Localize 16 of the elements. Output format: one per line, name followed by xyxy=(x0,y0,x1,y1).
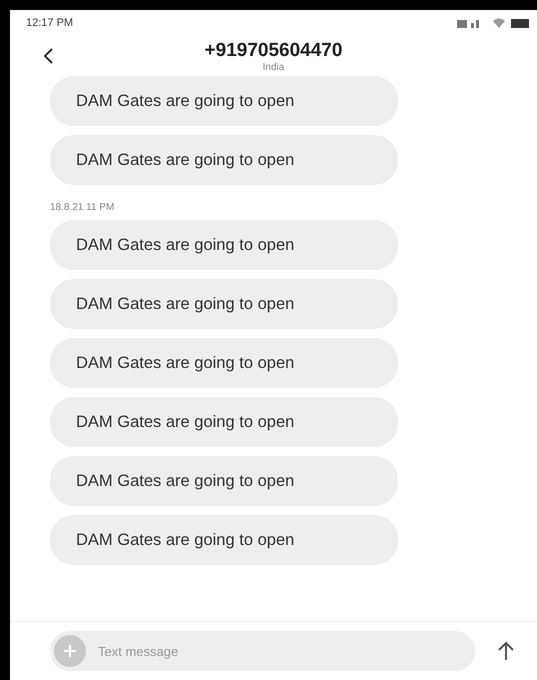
wifi-icon xyxy=(493,18,505,28)
battery-icon xyxy=(511,18,529,28)
message-bubble: DAM Gates are going to open xyxy=(50,456,398,506)
message-bubble: DAM Gates are going to open xyxy=(50,397,398,447)
contact-number: +919705604470 xyxy=(204,40,342,62)
message-field[interactable]: Text message xyxy=(50,631,475,671)
message-bubble: DAM Gates are going to open xyxy=(50,515,398,565)
message-bubble: DAM Gates are going to open xyxy=(50,279,398,329)
chevron-left-icon[interactable] xyxy=(42,47,54,65)
status-time: 12:17 PM xyxy=(26,17,74,29)
message-bubble: DAM Gates are going to open xyxy=(50,76,398,126)
message-bubble: DAM Gates are going to open xyxy=(50,220,398,270)
message-bubble: DAM Gates are going to open xyxy=(50,135,398,185)
contact-country: India xyxy=(262,62,284,72)
message-date: 18.8.21 11 PM xyxy=(50,202,114,213)
message-bubble: DAM Gates are going to open xyxy=(50,338,398,388)
